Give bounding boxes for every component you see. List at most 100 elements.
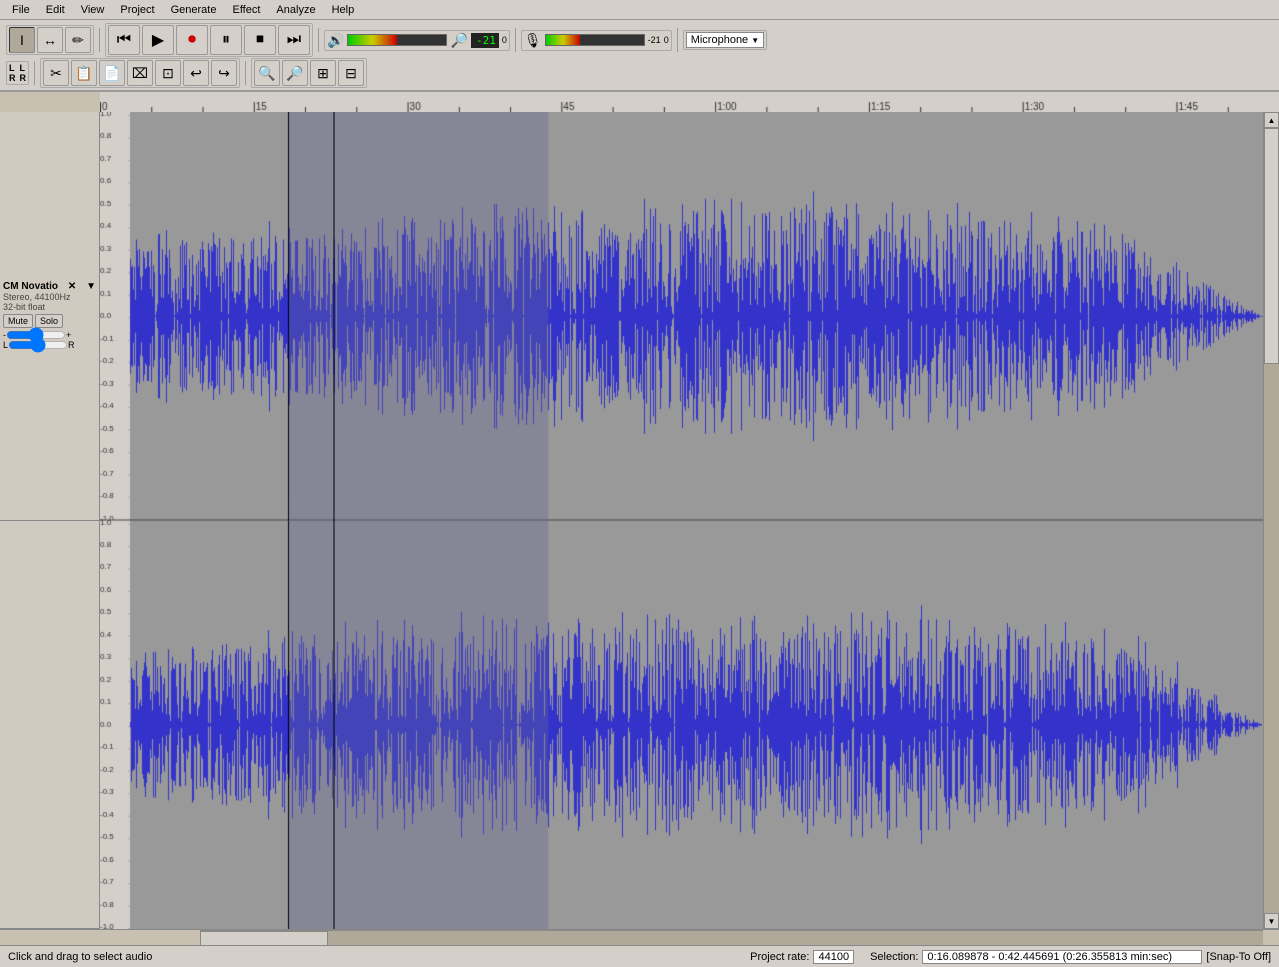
microphone-group: Microphone ▼	[683, 30, 767, 50]
menu-analyze[interactable]: Analyze	[268, 3, 323, 17]
input-meter-bar	[545, 34, 645, 46]
hscrollbar-row	[0, 929, 1279, 945]
timeline-area: CM Novatio ✕ ▼ Stereo, 44100Hz 32-bit fl…	[0, 92, 1279, 945]
input-vol-unit: 0	[664, 35, 669, 45]
separator5	[34, 61, 35, 85]
edit-tools-group: ✂ 📋 📄 ⌧ ⊡ ↩ ↪	[40, 58, 240, 88]
main-content: CM Novatio ✕ ▼ Stereo, 44100Hz 32-bit fl…	[0, 92, 1279, 945]
selection-label: Selection:	[870, 951, 918, 963]
zoom-tools-group: 🔍 🔎 ⊞ ⊟	[251, 58, 367, 88]
selection-tool[interactable]: ↔	[37, 27, 63, 53]
tracks-container: CM Novatio ✕ ▼ Stereo, 44100Hz 32-bit fl…	[0, 112, 1279, 929]
scroll-track-v	[1264, 128, 1279, 913]
track-format: Stereo, 44100Hz	[3, 292, 96, 302]
ffwd-button[interactable]: ⏭	[278, 25, 310, 55]
waveform-canvas	[100, 112, 1263, 929]
silence-tool[interactable]: ⊡	[155, 60, 181, 86]
project-rate-value[interactable]: 44100	[813, 950, 854, 964]
selection-field: Selection: 0:16.089878 - 0:42.445691 (0:…	[870, 950, 1271, 964]
snap-label: [Snap-To Off]	[1206, 951, 1271, 963]
microphone-label: Microphone	[691, 34, 748, 46]
tools-group: I ↔ ✏	[6, 25, 94, 55]
left-channel-label: LR	[9, 63, 16, 83]
separator2	[318, 28, 319, 52]
zoom-in-tool[interactable]: 🔍	[254, 60, 280, 86]
right-channel-label: LR	[20, 63, 27, 83]
status-bar: Click and drag to select audio Project r…	[0, 945, 1279, 967]
track-name-label: CM Novatio	[3, 281, 58, 292]
output-meter-fill	[348, 35, 397, 45]
draw-tool[interactable]: ✏	[65, 27, 91, 53]
output-meter-group: 🔊 🔎 -21 0	[324, 30, 510, 51]
track-headers: CM Novatio ✕ ▼ Stereo, 44100Hz 32-bit fl…	[0, 112, 100, 929]
menu-help[interactable]: Help	[324, 3, 363, 17]
menu-effect[interactable]: Effect	[224, 3, 268, 17]
toolbar-row2: LR LR ✂ 📋 📄 ⌧ ⊡ ↩ ↪ 🔍 🔎 ⊞ ⊟	[2, 58, 1277, 88]
horizontal-scrollbar[interactable]	[200, 930, 1263, 945]
selection-value: 0:16.089878 - 0:42.445691 (0:26.355813 m…	[922, 950, 1202, 964]
track-bitdepth: 32-bit float	[3, 302, 96, 312]
hscrollbar-spacer	[0, 930, 100, 945]
project-rate-field: Project rate: 44100	[750, 950, 854, 964]
track-name: CM Novatio ✕ ▼	[3, 281, 96, 292]
scroll-up-button[interactable]: ▲	[1264, 112, 1279, 128]
solo-button[interactable]: Solo	[35, 314, 63, 328]
separator3	[515, 28, 516, 52]
menu-generate[interactable]: Generate	[163, 3, 225, 17]
hscrollbar-end	[1263, 930, 1279, 945]
input-meter-fill	[546, 35, 580, 45]
output-meter-bar	[347, 34, 447, 46]
mic-icon2: 🔎	[450, 32, 467, 49]
input-vol-display: -21	[648, 35, 661, 45]
pause-button[interactable]: ⏸	[210, 25, 242, 55]
mute-button[interactable]: Mute	[3, 314, 33, 328]
pan-slider[interactable]	[8, 341, 68, 349]
menu-project[interactable]: Project	[112, 3, 162, 17]
zoom-sel-tool[interactable]: ⊟	[338, 60, 364, 86]
transport-group: ⏮ ▶ ⏺ ⏸ ⏹ ⏭	[105, 23, 313, 57]
track-header-bottom	[0, 521, 99, 930]
output-vol-display: -21	[471, 33, 499, 48]
project-rate-label: Project rate:	[750, 951, 809, 963]
dropdown-arrow-icon: ▼	[751, 36, 759, 45]
scroll-thumb-v[interactable]	[1264, 128, 1279, 364]
speaker-icon: 🔊	[327, 32, 344, 49]
play-button[interactable]: ▶	[142, 25, 174, 55]
zoom-fit-tool[interactable]: ⊞	[310, 60, 336, 86]
track-header-top: CM Novatio ✕ ▼ Stereo, 44100Hz 32-bit fl…	[0, 112, 99, 521]
toolbar-row1: I ↔ ✏ ⏮ ▶ ⏺ ⏸ ⏹ ⏭ 🔊 🔎 -21 0 🎙	[2, 22, 1277, 58]
scroll-thumb-h[interactable]	[200, 931, 328, 945]
microphone-dropdown[interactable]: Microphone ▼	[686, 32, 764, 48]
scroll-down-button[interactable]: ▼	[1264, 913, 1279, 929]
pan-right-label: R	[68, 340, 75, 350]
menu-file[interactable]: File	[4, 3, 38, 17]
undo-tool[interactable]: ↩	[183, 60, 209, 86]
separator1	[99, 28, 100, 52]
track-close-icon[interactable]: ✕	[68, 281, 76, 292]
menu-bar: File Edit View Project Generate Effect A…	[0, 0, 1279, 20]
vertical-scrollbar[interactable]: ▲ ▼	[1263, 112, 1279, 929]
ruler-canvas	[100, 92, 1279, 112]
rewind-button[interactable]: ⏮	[108, 25, 140, 55]
stop-button[interactable]: ⏹	[244, 25, 276, 55]
paste-tool[interactable]: 📄	[99, 60, 125, 86]
cut-tool[interactable]: ✂	[43, 60, 69, 86]
separator6	[245, 61, 246, 85]
input-meter-group: 🎙 -21 0	[521, 30, 672, 51]
copy-tool[interactable]: 📋	[71, 60, 97, 86]
menu-edit[interactable]: Edit	[38, 3, 73, 17]
trim-tool[interactable]: ⌧	[127, 60, 153, 86]
track-controls: Mute Solo	[3, 314, 96, 328]
track-menu-icon[interactable]: ▼	[86, 281, 96, 292]
menu-view[interactable]: View	[73, 3, 113, 17]
mic-icon: 🎙	[524, 32, 542, 49]
lr-meter-group: LR LR	[6, 61, 29, 85]
status-message: Click and drag to select audio	[8, 951, 734, 963]
ibeam-tool[interactable]: I	[9, 27, 35, 53]
ruler	[100, 92, 1279, 112]
record-button[interactable]: ⏺	[176, 25, 208, 55]
separator4	[677, 28, 678, 52]
redo-tool[interactable]: ↪	[211, 60, 237, 86]
waveform-area[interactable]	[100, 112, 1263, 929]
zoom-out-tool[interactable]: 🔎	[282, 60, 308, 86]
